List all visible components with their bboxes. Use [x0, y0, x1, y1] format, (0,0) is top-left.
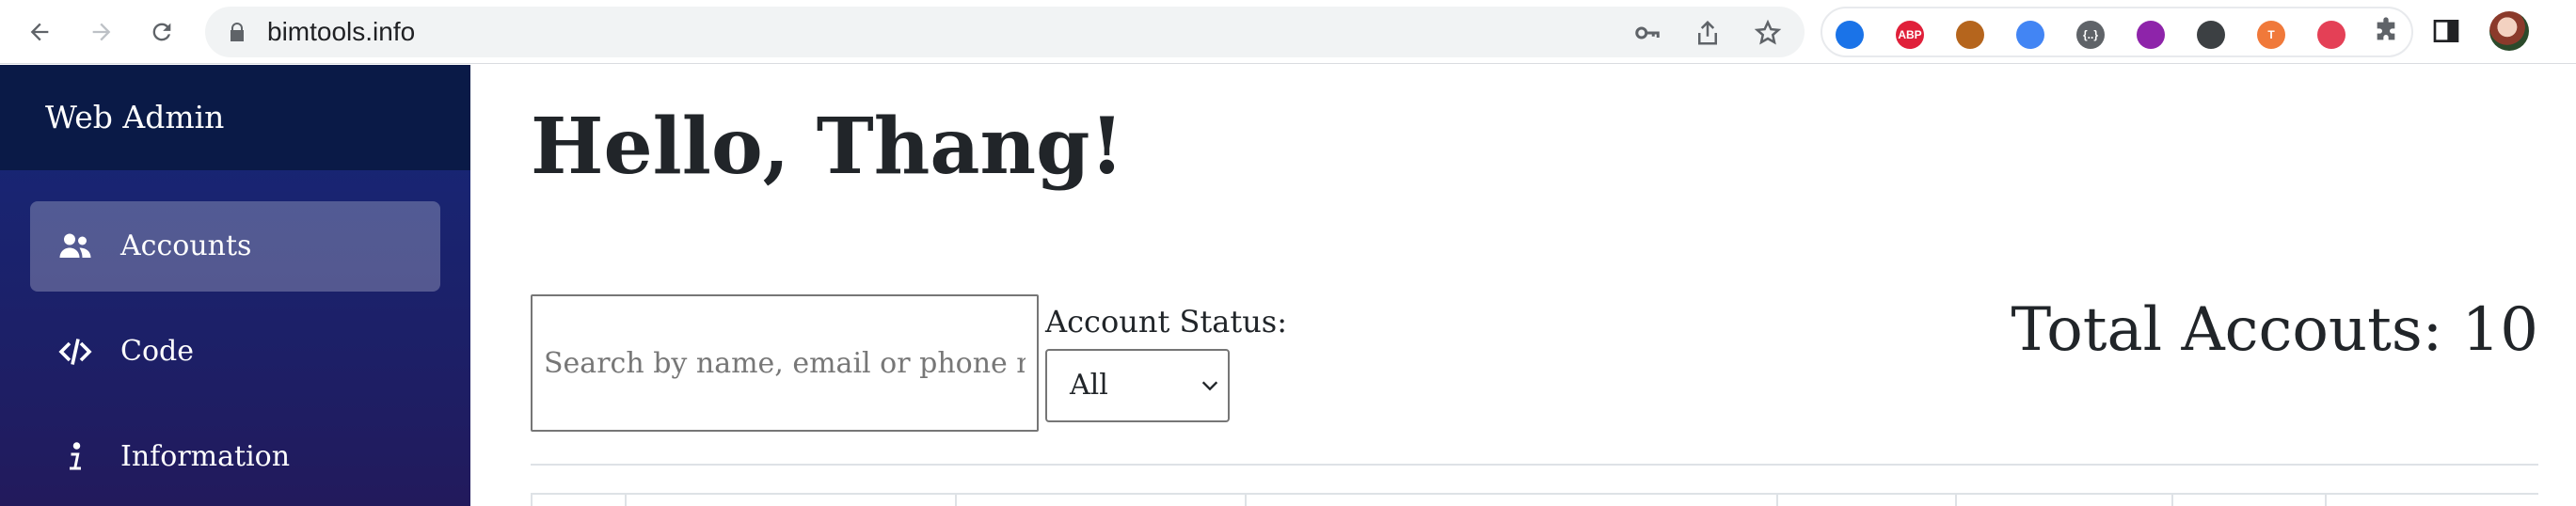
info-icon: [70, 442, 81, 470]
sidebar-item-label: Information: [120, 440, 291, 473]
bookmark-star-icon[interactable]: [1754, 19, 1782, 47]
sidebar-item-label: Code: [120, 335, 194, 368]
account-status-value: All: [1070, 369, 1108, 402]
brand-header: Web Admin: [0, 65, 470, 170]
page-title: Hello, Thang!: [531, 102, 1124, 192]
sidebar: Web Admin Accounts Code Information: [0, 65, 470, 506]
extensions-puzzle-icon[interactable]: [2371, 16, 2401, 46]
sidebar-item-information[interactable]: Information: [30, 412, 440, 502]
toggle-extension-icon[interactable]: [2317, 21, 2345, 49]
sidebar-item-accounts[interactable]: Accounts: [30, 201, 440, 292]
main-content: Hello, Thang! Account Status: All Total …: [470, 65, 2576, 506]
table-column-divider: [1955, 493, 1957, 506]
forward-icon[interactable]: [83, 13, 120, 51]
browser-toolbar: bimtools.info ABP {..} T: [0, 0, 2576, 64]
code-icon: [58, 339, 92, 365]
table-column-divider: [955, 493, 957, 506]
table-column-divider: [625, 493, 627, 506]
extensions-bar: ABP {..} T: [1821, 7, 2413, 57]
divider: [531, 464, 2538, 466]
json-formatter-icon[interactable]: {..}: [2076, 21, 2105, 49]
adblock-plus-icon[interactable]: ABP: [1896, 21, 1924, 49]
chevron-down-icon: [1201, 381, 1218, 391]
eyedropper-icon[interactable]: [2197, 21, 2225, 49]
cookie-extension-icon[interactable]: [1956, 21, 1984, 49]
account-status-select[interactable]: All: [1045, 349, 1230, 422]
table-column-divider: [1776, 493, 1778, 506]
total-accounts: Total Accouts: 10: [2011, 295, 2539, 365]
profile-avatar[interactable]: [2489, 11, 2529, 51]
users-icon: [59, 233, 91, 258]
screen-capture-icon[interactable]: [2137, 21, 2165, 49]
back-icon[interactable]: [21, 13, 58, 51]
key-icon[interactable]: [1633, 19, 1662, 47]
account-status-label: Account Status:: [1045, 304, 1287, 340]
sidebar-item-code[interactable]: Code: [30, 307, 440, 397]
accounts-table-header: [531, 493, 2538, 506]
heart-extension-icon[interactable]: [1836, 21, 1864, 49]
address-bar[interactable]: bimtools.info: [205, 7, 1805, 57]
google-translate-icon[interactable]: [2016, 21, 2044, 49]
lock-icon: [231, 23, 244, 41]
side-panel-icon[interactable]: [2431, 16, 2461, 46]
todoist-icon[interactable]: T: [2257, 21, 2285, 49]
table-column-divider: [2325, 493, 2327, 506]
share-icon[interactable]: [1693, 19, 1722, 47]
brand-title: Web Admin: [45, 99, 225, 135]
table-column-divider: [1245, 493, 1247, 506]
reload-icon[interactable]: [143, 13, 181, 51]
sidebar-item-label: Accounts: [120, 229, 252, 262]
table-column-divider: [2171, 493, 2173, 506]
url-text[interactable]: bimtools.info: [267, 7, 415, 57]
search-input[interactable]: [531, 294, 1039, 432]
